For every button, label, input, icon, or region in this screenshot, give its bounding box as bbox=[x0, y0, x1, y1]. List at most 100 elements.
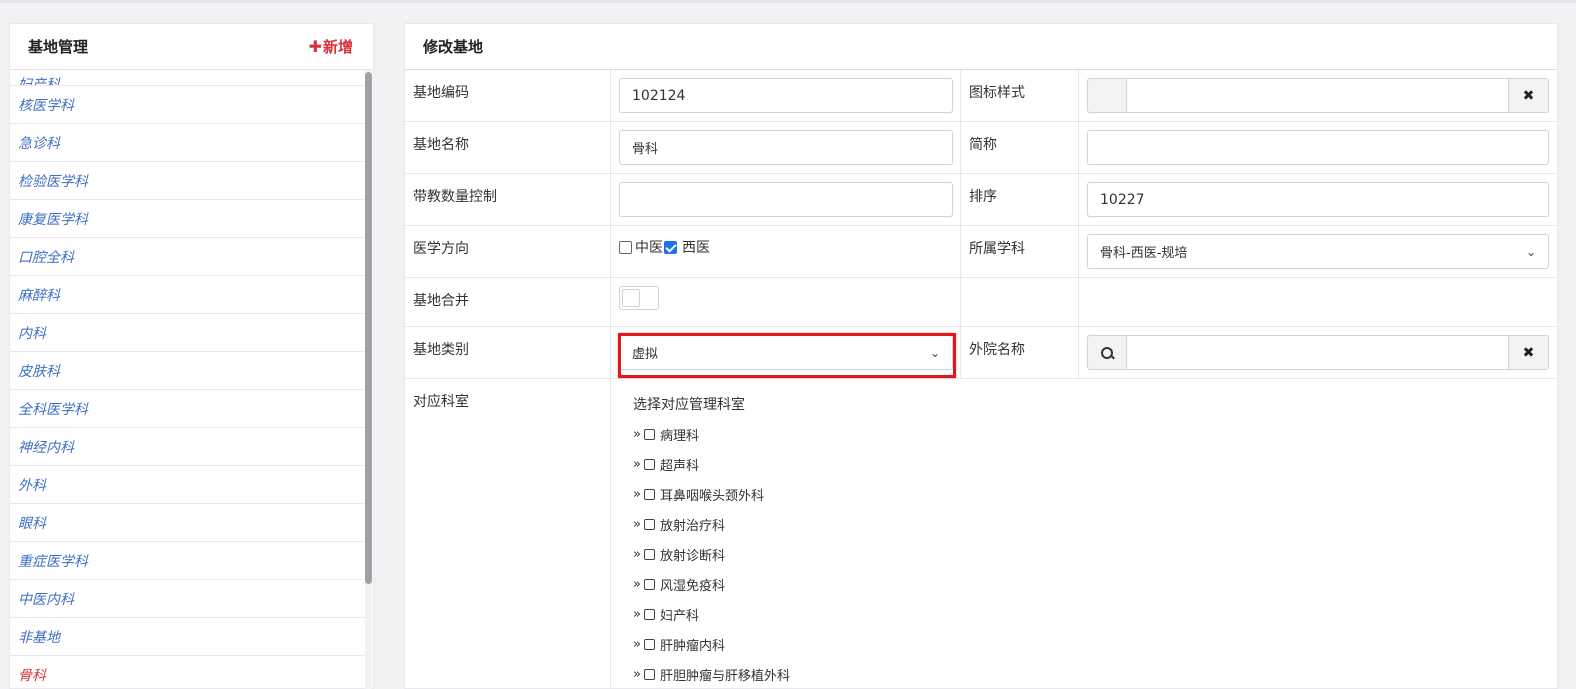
tree-checkbox[interactable] bbox=[643, 638, 655, 650]
tree-checkbox[interactable] bbox=[643, 608, 655, 620]
scrollbar-thumb[interactable] bbox=[365, 72, 372, 584]
dept-tree-title: 选择对应管理科室 bbox=[633, 397, 745, 413]
edit-base-title: 修改基地 bbox=[405, 24, 1557, 70]
double-chevron-right-icon[interactable]: » bbox=[633, 457, 641, 472]
double-chevron-right-icon[interactable]: » bbox=[633, 637, 641, 652]
category-select[interactable]: 虚拟 ⌄ bbox=[619, 335, 953, 370]
list-item[interactable]: 内科 bbox=[10, 314, 366, 352]
short-name-input[interactable] bbox=[1087, 130, 1549, 165]
search-icon bbox=[1100, 346, 1114, 360]
tree-checkbox[interactable] bbox=[643, 428, 655, 440]
base-name-input[interactable]: 骨科 bbox=[619, 130, 953, 165]
toggle-knob bbox=[622, 289, 640, 307]
subject-value: 骨科-西医-规培 bbox=[1100, 246, 1188, 261]
tree-item[interactable]: » 风湿免疫科 bbox=[633, 569, 790, 599]
add-base-button[interactable]: ✚ 新增 bbox=[309, 36, 353, 57]
tree-checkbox[interactable] bbox=[643, 518, 655, 530]
double-chevron-right-icon[interactable]: » bbox=[633, 487, 641, 502]
icon-style-input[interactable] bbox=[1127, 78, 1508, 113]
edit-base-panel: 修改基地 基地编码 102124 图标样式 ✖ 基地名称 骨科 简称 带教数量控… bbox=[404, 23, 1558, 689]
base-list-title: 基地管理 bbox=[28, 38, 89, 56]
form-row: 基地名称 骨科 简称 bbox=[405, 122, 1557, 174]
base-list[interactable]: 妇产科 核医学科 急诊科 检验医学科 康复医学科 口腔全科 麻醉科 内科 皮肤科… bbox=[10, 70, 366, 689]
double-chevron-right-icon[interactable]: » bbox=[633, 517, 641, 532]
external-name-input[interactable] bbox=[1127, 335, 1508, 370]
tree-checkbox[interactable] bbox=[643, 488, 655, 500]
base-list-panel: 基地管理 ✚ 新增 妇产科 核医学科 急诊科 检验医学科 康复医学科 口腔全科 … bbox=[9, 23, 374, 689]
list-item[interactable]: 重症医学科 bbox=[10, 542, 366, 580]
double-chevron-right-icon[interactable]: » bbox=[633, 667, 641, 682]
tcm-checkbox[interactable] bbox=[619, 240, 632, 254]
list-item[interactable]: 急诊科 bbox=[10, 124, 366, 162]
list-item[interactable]: 麻醉科 bbox=[10, 276, 366, 314]
tree-item[interactable]: » 妇产科 bbox=[633, 599, 790, 629]
list-item[interactable]: 康复医学科 bbox=[10, 200, 366, 238]
tree-checkbox[interactable] bbox=[643, 548, 655, 560]
search-button[interactable] bbox=[1087, 335, 1127, 370]
form-row: 医学方向 中医 西医 所属学科 骨科-西医-规培 ⌄ bbox=[405, 226, 1557, 278]
tree-item[interactable]: » 肝胆肿瘤与肝移植外科 bbox=[633, 659, 790, 689]
add-base-label: 新增 bbox=[322, 38, 353, 56]
tree-item[interactable]: » 病理科 bbox=[633, 419, 790, 449]
category-label: 基地类别 bbox=[405, 327, 611, 378]
list-item[interactable]: 神经内科 bbox=[10, 428, 366, 466]
list-item[interactable]: 全科医学科 bbox=[10, 390, 366, 428]
list-item[interactable]: 中医内科 bbox=[10, 580, 366, 618]
list-scrollbar[interactable] bbox=[365, 70, 372, 689]
form-row: 对应科室 选择对应管理科室 » 病理科 » 超声科 » 耳鼻咽喉头颈外科 » 放射治疗科… bbox=[405, 379, 1557, 689]
merge-toggle[interactable] bbox=[619, 286, 659, 310]
subject-select[interactable]: 骨科-西医-规培 ⌄ bbox=[1087, 234, 1549, 269]
base-code-input[interactable]: 102124 bbox=[619, 78, 953, 113]
list-item[interactable]: 皮肤科 bbox=[10, 352, 366, 390]
order-label: 排序 bbox=[961, 174, 1079, 225]
list-item[interactable]: 非基地 bbox=[10, 618, 366, 656]
merge-label: 基地合并 bbox=[405, 278, 611, 326]
icon-preview bbox=[1087, 78, 1127, 113]
list-item-selected[interactable]: 骨科 bbox=[10, 656, 366, 689]
external-name-label: 外院名称 bbox=[961, 327, 1079, 378]
list-item[interactable]: 检验医学科 bbox=[10, 162, 366, 200]
list-item[interactable]: 口腔全科 bbox=[10, 238, 366, 276]
close-icon: ✖ bbox=[1522, 344, 1535, 361]
tree-item[interactable]: » 肝肿瘤内科 bbox=[633, 629, 790, 659]
tree-checkbox[interactable] bbox=[643, 458, 655, 470]
subject-label: 所属学科 bbox=[961, 226, 1079, 277]
list-item[interactable]: 妇产科 bbox=[10, 70, 366, 86]
tree-checkbox[interactable] bbox=[643, 668, 655, 680]
tree-item[interactable]: » 耳鼻咽喉头颈外科 bbox=[633, 479, 790, 509]
plus-icon: ✚ bbox=[308, 37, 322, 56]
chevron-down-icon: ⌄ bbox=[1525, 244, 1536, 259]
tree-item[interactable]: » 超声科 bbox=[633, 449, 790, 479]
list-item[interactable]: 外科 bbox=[10, 466, 366, 504]
teach-count-input[interactable] bbox=[619, 182, 953, 217]
list-item[interactable]: 核医学科 bbox=[10, 86, 366, 124]
form-row: 基地类别 虚拟 ⌄ 外院名称 ✖ bbox=[405, 327, 1557, 379]
external-name-clear-button[interactable]: ✖ bbox=[1508, 335, 1549, 370]
direction-options: 中医 西医 bbox=[619, 234, 952, 257]
form-row: 基地合并 bbox=[405, 278, 1557, 327]
double-chevron-right-icon[interactable]: » bbox=[633, 547, 641, 562]
icon-style-label: 图标样式 bbox=[961, 70, 1079, 121]
western-checkbox[interactable] bbox=[664, 240, 677, 254]
tree-item[interactable]: » 放射治疗科 bbox=[633, 509, 790, 539]
double-chevron-right-icon[interactable]: » bbox=[633, 427, 641, 442]
edit-base-form: 基地编码 102124 图标样式 ✖ 基地名称 骨科 简称 带教数量控制 排序 … bbox=[405, 70, 1557, 689]
teach-count-label: 带教数量控制 bbox=[405, 174, 611, 225]
tree-checkbox[interactable] bbox=[643, 578, 655, 590]
base-code-label: 基地编码 bbox=[405, 70, 611, 121]
double-chevron-right-icon[interactable]: » bbox=[633, 607, 641, 622]
icon-style-group: ✖ bbox=[1087, 78, 1549, 113]
tcm-label: 中医 bbox=[635, 240, 663, 256]
tree-item[interactable]: » 放射诊断科 bbox=[633, 539, 790, 569]
icon-style-clear-button[interactable]: ✖ bbox=[1508, 78, 1549, 113]
double-chevron-right-icon[interactable]: » bbox=[633, 577, 641, 592]
list-item[interactable]: 眼科 bbox=[10, 504, 366, 542]
category-value: 虚拟 bbox=[632, 347, 659, 362]
western-label: 西医 bbox=[682, 240, 710, 256]
dept-tree: 选择对应管理科室 » 病理科 » 超声科 » 耳鼻咽喉头颈外科 » 放射治疗科 » 放射诊… bbox=[611, 379, 790, 689]
short-name-label: 简称 bbox=[961, 122, 1079, 173]
external-name-group: ✖ bbox=[1087, 335, 1549, 370]
order-input[interactable]: 10227 bbox=[1087, 182, 1549, 217]
dept-label: 对应科室 bbox=[405, 379, 611, 689]
direction-label: 医学方向 bbox=[405, 226, 611, 277]
